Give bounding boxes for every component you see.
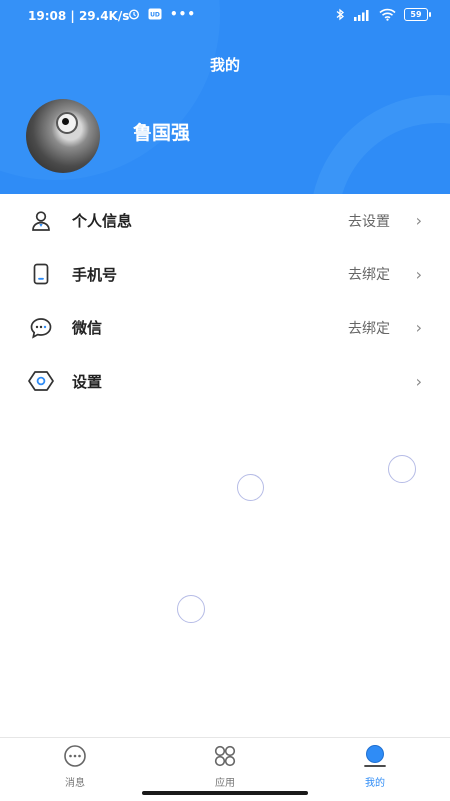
bluetooth-icon xyxy=(336,8,345,21)
profile-icon xyxy=(362,745,388,772)
settings-icon xyxy=(28,368,54,394)
floating-bubble xyxy=(388,455,416,483)
avatar[interactable] xyxy=(26,99,100,173)
menu-item-personal-info[interactable]: 个人信息 去设置 › xyxy=(0,194,450,248)
menu-item-wechat[interactable]: 微信 去绑定 › xyxy=(0,301,450,355)
profile-header: 19:08 | 29.4K/s UD ••• 59 我的 鲁国强 xyxy=(0,0,450,194)
phone-icon xyxy=(28,261,54,287)
svg-text:UD: UD xyxy=(150,12,160,19)
chevron-right-icon: › xyxy=(415,211,422,231)
apps-icon xyxy=(212,745,238,772)
tab-label: 应用 xyxy=(215,778,235,789)
avatar-pupil xyxy=(62,118,69,125)
user-icon xyxy=(28,208,54,234)
profile-menu: 个人信息 去设置 › 手机号 去绑定 › 微信 去绑定 › 设置 › xyxy=(0,194,450,408)
status-notification-icons: UD ••• xyxy=(128,7,196,21)
page-title: 我的 xyxy=(209,56,240,74)
alarm-icon xyxy=(128,9,140,20)
chevron-right-icon: › xyxy=(415,318,422,338)
header-decoration-ring xyxy=(310,95,450,194)
status-time: 19:08 | 29.4K/s xyxy=(28,9,130,23)
menu-item-label: 微信 xyxy=(72,319,103,338)
menu-item-phone[interactable]: 手机号 去绑定 › xyxy=(0,248,450,302)
menu-item-value: 去绑定 xyxy=(348,267,390,284)
tab-label: 消息 xyxy=(65,778,85,789)
tab-apps[interactable]: 应用 xyxy=(185,744,265,789)
chevron-right-icon: › xyxy=(415,264,422,284)
chevron-right-icon: › xyxy=(415,371,422,391)
floating-bubble xyxy=(177,595,205,623)
more-notifications-icon: ••• xyxy=(170,7,197,21)
app-notification-icon: UD xyxy=(148,8,162,20)
signal-icon xyxy=(354,9,369,21)
home-indicator[interactable] xyxy=(142,791,308,795)
wifi-icon xyxy=(379,8,396,21)
menu-item-value: 去绑定 xyxy=(348,320,390,337)
menu-item-value: 去设置 xyxy=(348,213,390,230)
floating-bubble xyxy=(237,474,264,501)
tab-messages[interactable]: 消息 xyxy=(35,744,115,789)
tab-label: 我的 xyxy=(365,778,385,789)
menu-item-label: 个人信息 xyxy=(72,212,133,231)
wechat-icon xyxy=(28,315,54,341)
status-bar: 19:08 | 29.4K/s UD ••• 59 xyxy=(0,0,450,32)
menu-item-settings[interactable]: 设置 › xyxy=(0,355,450,409)
message-icon xyxy=(62,745,88,772)
status-right-icons: 59 xyxy=(335,8,431,21)
battery-icon: 59 xyxy=(404,8,431,21)
menu-item-label: 设置 xyxy=(72,372,103,391)
tab-profile[interactable]: 我的 xyxy=(335,744,415,789)
username: 鲁国强 xyxy=(133,122,191,144)
menu-item-label: 手机号 xyxy=(72,265,118,284)
